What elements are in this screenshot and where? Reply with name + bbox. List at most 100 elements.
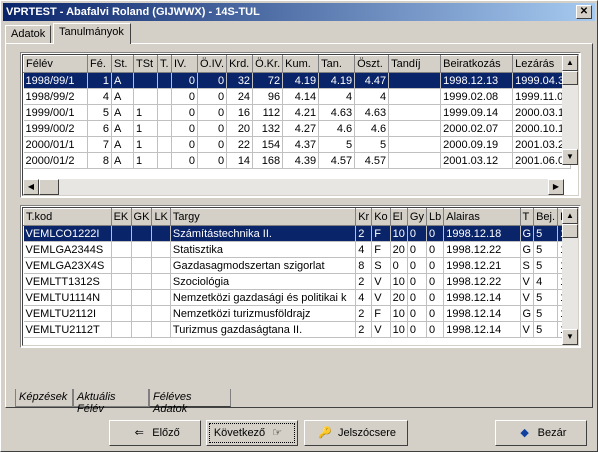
table-row[interactable]: VEMLGA2344S Statisztika 4 F 20 0 0 1998.12.22 G 5… [23, 241, 578, 258]
table-cell [131, 257, 153, 274]
column-header[interactable]: IV. [171, 55, 198, 73]
column-header[interactable]: Ö.Kr. [252, 55, 284, 73]
semester-grid[interactable]: Félév Fé. St. TSt T. IV. Ö.IV. Krd. Ö.Kr. Kum. Tan… [20, 52, 581, 198]
table-cell: 4.63 [318, 104, 356, 121]
tab-aktualis-felev[interactable]: Aktuális Félév [73, 389, 149, 415]
table-cell: 0 [390, 257, 408, 274]
table-cell: 1 [133, 136, 158, 153]
hscroll-thumb[interactable] [39, 179, 59, 195]
table-row[interactable]: VEMLTU1114N Nemzetközi gazdasági és polit… [23, 289, 578, 306]
table-cell: 5 [87, 104, 112, 121]
table-cell: 2000.09.19 [440, 136, 514, 153]
column-header[interactable]: T.kod [23, 208, 112, 226]
column-header[interactable]: Lb [425, 208, 445, 226]
tab-adatok[interactable]: Adatok [5, 25, 51, 44]
table-cell: S [371, 257, 391, 274]
vscroll-thumb[interactable] [562, 224, 578, 238]
column-header[interactable]: Alairas [443, 208, 521, 226]
password-change-button[interactable]: 🔑 Jelszócsere [304, 420, 408, 446]
subject-vscroll[interactable]: ▲ ▼ [562, 208, 578, 345]
table-cell: 4.47 [354, 72, 390, 89]
table-row[interactable]: VEMLTT1312S Szociológia 2 V 10 0 0 1998.12.22 V 4… [23, 273, 578, 290]
column-header[interactable]: Targy [169, 208, 357, 226]
table-cell: A [111, 104, 134, 121]
column-header[interactable]: Ö.IV. [196, 55, 228, 73]
column-header[interactable]: Fé. [87, 55, 112, 73]
column-header[interactable]: Tandíj [388, 55, 442, 73]
table-cell: 4.57 [318, 152, 356, 169]
table-cell: 7 [87, 136, 112, 153]
table-cell: 132 [252, 120, 284, 137]
column-header[interactable]: Félév [23, 55, 88, 73]
table-cell: 2 [355, 273, 373, 290]
next-button[interactable]: Következő ☞ [206, 420, 298, 446]
table-row[interactable]: VEMLTU2112I Nemzetközi turizmusföldrajz 2 F… [23, 305, 578, 322]
semester-hscroll[interactable]: ◀ ▶ [23, 179, 564, 195]
table-cell: Számítástechnika II. [170, 225, 357, 242]
table-row[interactable]: VEMLGA23X4S Gazdasagmodszertan szigorlat 8… [23, 257, 578, 274]
table-cell [131, 241, 153, 258]
table-cell: 1998.12.21 [443, 257, 521, 274]
table-cell: 1 [133, 104, 158, 121]
tab-feleves-adatok[interactable]: Féléves Adatok [149, 389, 231, 415]
close-window-button[interactable]: ✕ [576, 5, 592, 19]
vscroll-thumb[interactable] [562, 71, 578, 85]
table-row[interactable]: VEMLCO1222I Számítástechnika II. 2 F 10 0 0 199… [23, 225, 578, 242]
table-cell: 0 [171, 152, 198, 169]
subject-grid[interactable]: T.kodEKGKLKTargyKrKoElGyLbAlairasTBej.Da… [20, 205, 581, 348]
table-cell: 32 [226, 72, 254, 89]
table-cell: 4.27 [282, 120, 320, 137]
table-row[interactable]: 1998/99/2 4 A 0 0 24 96 4.14 4 4 1999.02.08 1999.11… [23, 88, 572, 105]
table-cell: 4.63 [354, 104, 390, 121]
scroll-down-icon[interactable]: ▼ [562, 149, 578, 165]
semester-vscroll[interactable]: ▲ ▼ [562, 55, 578, 165]
table-cell: V [371, 273, 391, 290]
scroll-left-icon[interactable]: ◀ [23, 179, 39, 195]
scroll-right-icon[interactable]: ▶ [548, 179, 564, 195]
column-header[interactable]: GK [130, 208, 153, 226]
column-header[interactable]: Beiratkozás [440, 55, 514, 73]
tab-tanulmanyok[interactable]: Tanulmányok [53, 23, 131, 44]
table-row[interactable]: 1999/00/2 6 A 1 0 0 20 132 4.27 4.6 4.6 2000.02.07 2… [23, 120, 572, 137]
column-header[interactable]: El [389, 208, 408, 226]
column-header[interactable]: Krd. [226, 55, 254, 73]
table-cell: 4.57 [354, 152, 390, 169]
table-cell: A [111, 72, 134, 89]
table-cell: 4.39 [282, 152, 320, 169]
table-cell: 0 [426, 273, 445, 290]
tab-kepzesek[interactable]: Képzések [15, 389, 73, 407]
column-header[interactable]: Kum. [282, 55, 320, 73]
scroll-up-icon[interactable]: ▲ [562, 55, 578, 71]
table-cell: VEMLTU2112T [23, 321, 112, 338]
table-row[interactable]: 1999/00/1 5 A 1 0 0 16 112 4.21 4.63 4.63 1999.09.1… [23, 104, 572, 121]
scroll-down-icon[interactable]: ▼ [562, 329, 578, 345]
table-row[interactable]: 2000/01/2 8 A 1 0 0 14 168 4.39 4.57 4.57 2001.03.1… [23, 152, 572, 169]
table-cell: 4 [354, 88, 390, 105]
column-header[interactable]: EK [110, 208, 132, 226]
column-header[interactable]: Öszt. [354, 55, 390, 73]
column-header[interactable]: T [519, 208, 535, 226]
column-header[interactable]: Tan. [318, 55, 356, 73]
column-header[interactable]: TSt [133, 55, 158, 73]
column-header[interactable]: Gy [406, 208, 427, 226]
column-header[interactable]: Bej. [533, 208, 559, 226]
table-cell: 72 [252, 72, 284, 89]
column-header[interactable]: LK [151, 208, 171, 226]
table-cell: 0 [197, 152, 228, 169]
column-header[interactable]: St. [111, 55, 134, 73]
table-row[interactable]: 1998/99/1 1 A 0 0 32 72 4.19 4.19 4.47 1998.12.13 1… [23, 72, 572, 89]
table-cell: 2000/01/2 [23, 152, 88, 169]
column-header[interactable]: T. [157, 55, 172, 73]
column-header[interactable]: Ko [371, 208, 391, 226]
close-button[interactable]: ◆ Bezár [495, 420, 587, 446]
table-cell [151, 321, 171, 338]
table-cell: 2 [355, 225, 373, 242]
table-cell: G [520, 305, 535, 322]
scroll-up-icon[interactable]: ▲ [562, 208, 578, 224]
next-hand-icon: ☞ [272, 427, 283, 439]
column-header[interactable]: Kr [355, 208, 373, 226]
table-cell: 10 [390, 225, 408, 242]
table-row[interactable]: VEMLTU2112T Turizmus gazdaságtana II. 2 V 10… [23, 321, 578, 338]
table-row[interactable]: 2000/01/1 7 A 1 0 0 22 154 4.37 5 5 2000.09.19 2001.… [23, 136, 572, 153]
previous-button[interactable]: ⇐ Előző [109, 420, 201, 446]
